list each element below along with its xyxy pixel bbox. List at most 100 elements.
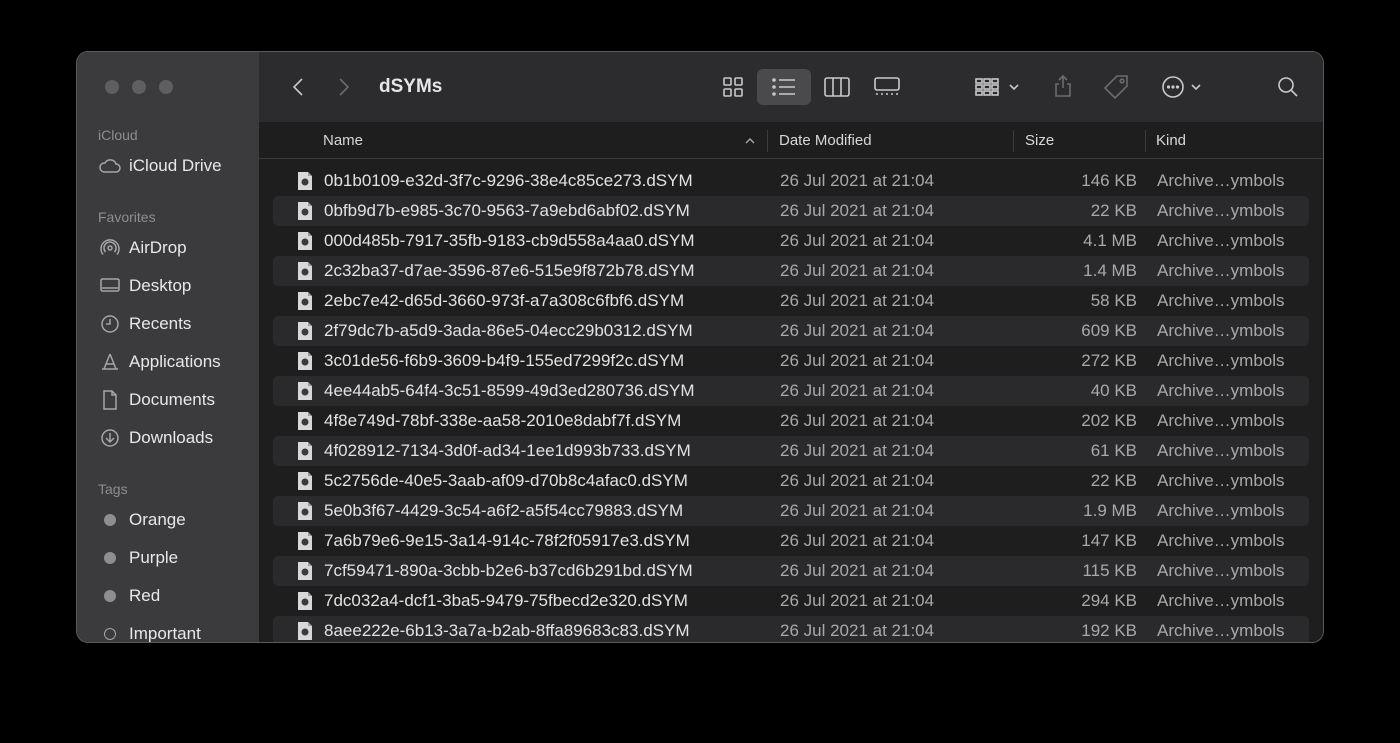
share-button[interactable] — [1051, 70, 1075, 102]
file-kind: Archive…ymbols — [1157, 291, 1285, 310]
file-kind: Archive…ymbols — [1157, 561, 1285, 580]
file-date-modified: 26 Jul 2021 at 21:04 — [780, 291, 935, 310]
file-size: 146 KB — [1081, 171, 1137, 190]
forward-button[interactable] — [333, 74, 355, 100]
column-view-button[interactable] — [821, 72, 853, 102]
sidebar-item-icloud-drive[interactable]: iCloud Drive — [99, 154, 222, 178]
dsym-file-icon — [298, 382, 312, 400]
group-by-button[interactable] — [973, 72, 1025, 102]
sidebar-item-recents[interactable]: Recents — [99, 312, 191, 336]
list-view-button[interactable] — [757, 69, 811, 105]
minimize-button[interactable] — [132, 80, 146, 94]
search-button[interactable] — [1275, 74, 1301, 100]
sidebar-section-icloud: iCloud — [98, 127, 138, 143]
table-row[interactable]: 2c32ba37-d7ae-3596-87e6-515e9f872b78.dSY… — [259, 256, 1323, 286]
sidebar-item-label: Documents — [129, 390, 215, 409]
file-name: 0bfb9d7b-e985-3c70-9563-7a9ebd6abf02.dSY… — [324, 201, 690, 220]
sidebar-item-label: Purple — [129, 548, 179, 567]
file-kind: Archive…ymbols — [1157, 621, 1285, 640]
table-row[interactable]: 3c01de56-f6b9-3609-b4f9-155ed7299f2c.dSY… — [259, 346, 1323, 376]
dsym-file-icon — [298, 562, 312, 580]
file-size: 1.9 MB — [1083, 501, 1137, 520]
clock-icon — [99, 313, 121, 335]
sidebar-tag-purple[interactable]: Purple — [99, 546, 178, 570]
sidebar-item-label: Orange — [129, 510, 186, 529]
file-date-modified: 26 Jul 2021 at 21:04 — [780, 381, 935, 400]
file-size: 294 KB — [1081, 591, 1137, 610]
file-date-modified: 26 Jul 2021 at 21:04 — [780, 501, 935, 520]
share-icon — [1055, 74, 1071, 97]
sidebar-tag-important[interactable]: Important — [99, 622, 201, 643]
applications-icon — [99, 351, 121, 373]
file-kind: Archive…ymbols — [1157, 261, 1285, 280]
table-row[interactable]: 0b1b0109-e32d-3f7c-9296-38e4c85ce273.dSY… — [259, 166, 1323, 196]
file-date-modified: 26 Jul 2021 at 21:04 — [780, 621, 935, 640]
table-row[interactable]: 5c2756de-40e5-3aab-af09-d70b8c4afac0.dSY… — [259, 466, 1323, 496]
file-size: 22 KB — [1090, 471, 1137, 490]
icon-view-button[interactable] — [719, 72, 747, 102]
file-date-modified: 26 Jul 2021 at 21:04 — [780, 471, 935, 490]
airdrop-icon — [99, 237, 121, 259]
dsym-file-icon — [298, 442, 312, 460]
file-name: 2f79dc7b-a5d9-3ada-86e5-04ecc29b0312.dSY… — [324, 321, 693, 340]
dsym-file-icon — [298, 352, 312, 370]
table-row[interactable]: 7cf59471-890a-3cbb-b2e6-b37cd6b291bd.dSY… — [259, 556, 1323, 586]
file-kind: Archive…ymbols — [1157, 531, 1285, 550]
sidebar-item-label: Desktop — [129, 276, 192, 295]
file-date-modified: 26 Jul 2021 at 21:04 — [780, 231, 935, 250]
dsym-file-icon — [298, 472, 312, 490]
table-row[interactable]: 2f79dc7b-a5d9-3ada-86e5-04ecc29b0312.dSY… — [259, 316, 1323, 346]
dsym-file-icon — [298, 412, 312, 430]
table-row[interactable]: 5e0b3f67-4429-3c54-a6f2-a5f54cc79883.dSY… — [259, 496, 1323, 526]
window-title: dSYMs — [379, 76, 443, 97]
sidebar-tag-orange[interactable]: Orange — [99, 508, 186, 532]
sidebar-item-label: Important — [129, 624, 201, 643]
file-list: 0b1b0109-e32d-3f7c-9296-38e4c85ce273.dSY… — [259, 166, 1323, 642]
sidebar-item-airdrop[interactable]: AirDrop — [99, 236, 187, 260]
file-size: 147 KB — [1081, 531, 1137, 550]
desktop-icon — [99, 275, 121, 297]
file-name: 5e0b3f67-4429-3c54-a6f2-a5f54cc79883.dSY… — [324, 501, 684, 520]
more-icon — [1162, 76, 1201, 98]
table-row[interactable]: 7dc032a4-dcf1-3ba5-9479-75fbecd2e320.dSY… — [259, 586, 1323, 616]
search-icon — [1278, 77, 1298, 97]
table-row[interactable]: 4f8e749d-78bf-338e-aa58-2010e8dabf7f.dSY… — [259, 406, 1323, 436]
column-kind-header[interactable]: Kind — [1156, 132, 1186, 149]
table-row[interactable]: 4f028912-7134-3d0f-ad34-1ee1d993b733.dSY… — [259, 436, 1323, 466]
table-row[interactable]: 8aee222e-6b13-3a7a-b2ab-8ffa89683c83.dSY… — [259, 616, 1323, 642]
table-row[interactable]: 000d485b-7917-35fb-9183-cb9d558a4aa0.dSY… — [259, 226, 1323, 256]
column-date-header[interactable]: Date Modified — [779, 132, 872, 149]
table-row[interactable]: 0bfb9d7b-e985-3c70-9563-7a9ebd6abf02.dSY… — [259, 196, 1323, 226]
gallery-icon — [874, 77, 900, 95]
document-icon — [99, 389, 121, 411]
zoom-button[interactable] — [159, 80, 173, 94]
file-name: 4ee44ab5-64f4-3c51-8599-49d3ed280736.dSY… — [324, 381, 695, 400]
close-button[interactable] — [105, 80, 119, 94]
file-kind: Archive…ymbols — [1157, 201, 1285, 220]
action-menu-button[interactable] — [1159, 72, 1209, 102]
file-size: 22 KB — [1090, 201, 1137, 220]
file-size: 61 KB — [1090, 441, 1137, 460]
table-row[interactable]: 2ebc7e42-d65d-3660-973f-a7a308c6fbf6.dSY… — [259, 286, 1323, 316]
sidebar-item-documents[interactable]: Documents — [99, 388, 215, 412]
file-date-modified: 26 Jul 2021 at 21:04 — [780, 561, 935, 580]
sidebar-item-desktop[interactable]: Desktop — [99, 274, 191, 298]
file-name: 5c2756de-40e5-3aab-af09-d70b8c4afac0.dSY… — [324, 471, 688, 490]
gallery-view-button[interactable] — [871, 72, 903, 102]
column-size-header[interactable]: Size — [1025, 132, 1054, 149]
file-name: 4f028912-7134-3d0f-ad34-1ee1d993b733.dSY… — [324, 441, 691, 460]
file-date-modified: 26 Jul 2021 at 21:04 — [780, 171, 935, 190]
sidebar-item-label: Red — [129, 586, 161, 605]
back-button[interactable] — [287, 74, 309, 100]
table-row[interactable]: 4ee44ab5-64f4-3c51-8599-49d3ed280736.dSY… — [259, 376, 1323, 406]
sidebar-item-downloads[interactable]: Downloads — [99, 426, 213, 450]
window-controls — [105, 80, 173, 94]
sidebar-item-applications[interactable]: Applications — [99, 350, 221, 374]
table-row[interactable]: 7a6b79e6-9e15-3a14-914c-78f2f05917e3.dSY… — [259, 526, 1323, 556]
group-icon — [975, 78, 1019, 96]
columns-icon — [824, 77, 850, 97]
dsym-file-icon — [298, 502, 312, 520]
column-name-header[interactable]: Name — [323, 132, 363, 149]
sidebar-tag-red[interactable]: Red — [99, 584, 160, 608]
tag-button[interactable] — [1101, 72, 1131, 102]
